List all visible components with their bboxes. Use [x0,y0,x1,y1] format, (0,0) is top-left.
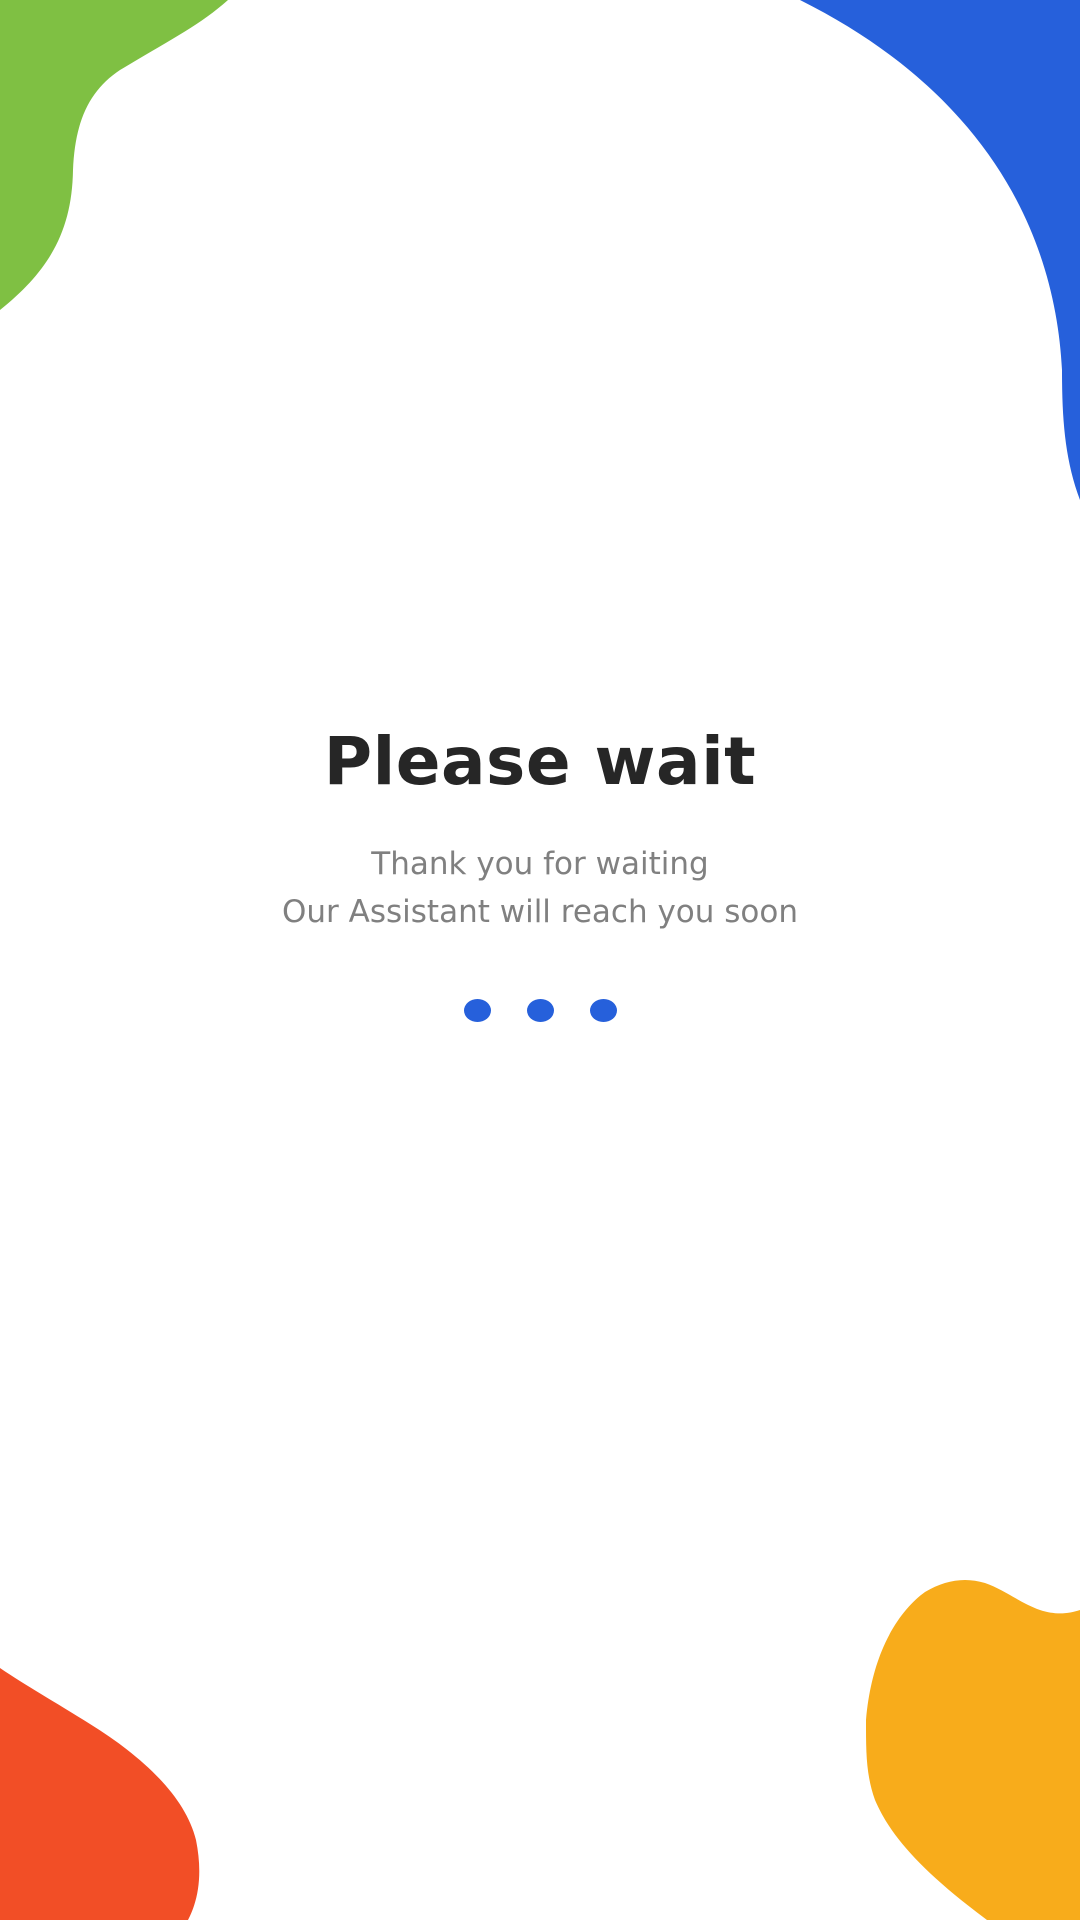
wait-message-line-2: Our Assistant will reach you soon [282,894,798,930]
loading-indicator [0,999,1080,1023]
page-title: Please wait [323,723,757,800]
loading-dot-2 [526,999,554,1022]
blue-blob-top-right [800,0,1080,500]
wait-message-line-1: Thank you for waiting [371,846,709,882]
loading-dot-3 [589,999,617,1022]
loading-dot-1 [463,999,491,1022]
decorative-background [0,0,1080,1920]
wait-message: Thank you for waiting Our Assistant will… [0,840,1080,936]
waiting-screen: Please wait Thank you for waiting Our As… [0,0,1080,1920]
orange-blob-bottom-right [866,1580,1080,1920]
red-blob-bottom-left [0,1668,200,1920]
green-blob-top-left [0,0,228,310]
wait-message-block: Please wait Thank you for waiting Our As… [0,720,1080,936]
